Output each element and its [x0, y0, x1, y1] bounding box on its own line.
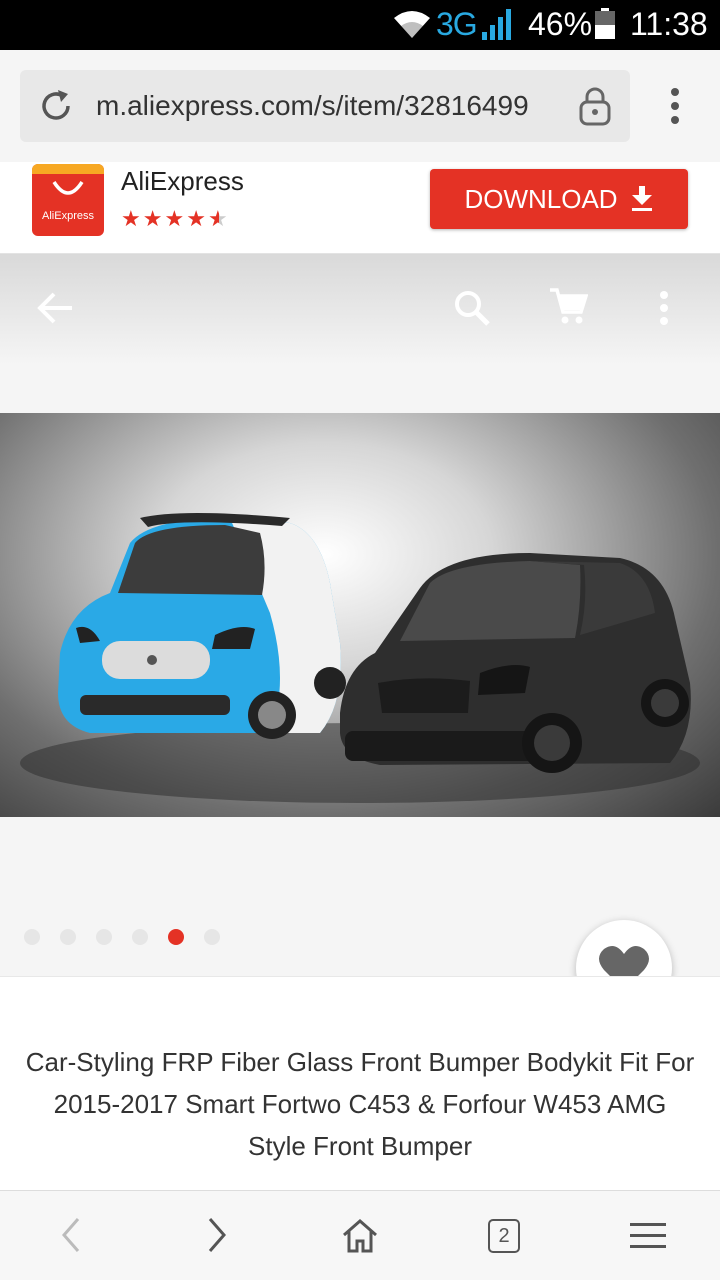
browser-bottom-nav: 2: [0, 1190, 720, 1280]
tabs-button[interactable]: 2: [488, 1219, 520, 1253]
product-info: Car-Styling FRP Fiber Glass Front Bumper…: [0, 976, 720, 1190]
app-name: AliExpress: [121, 166, 244, 196]
star-half-icon: ★: [207, 206, 230, 231]
reload-icon[interactable]: [36, 86, 76, 126]
star-icon: ★: [142, 206, 165, 231]
app-download-banner: AliExpress AliExpress ★★★★★ DOWNLOAD: [0, 162, 720, 254]
pagination-dot[interactable]: [204, 929, 220, 945]
pagination-dot-active[interactable]: [168, 929, 184, 945]
nav-back-icon[interactable]: [52, 1215, 92, 1255]
aliexpress-logo: AliExpress: [32, 164, 104, 236]
star-rating: ★★★★★: [121, 206, 230, 232]
search-icon[interactable]: [452, 288, 492, 328]
pagination-dot[interactable]: [24, 929, 40, 945]
url-text[interactable]: m.aliexpress.com/s/item/32816499: [96, 90, 529, 122]
lock-icon[interactable]: [578, 86, 612, 126]
star-icon: ★: [186, 206, 208, 231]
smile-icon: [52, 181, 84, 195]
home-icon[interactable]: [340, 1215, 380, 1255]
pagination-dot[interactable]: [96, 929, 112, 945]
download-label: DOWNLOAD: [464, 183, 618, 214]
battery-percent: 46%: [528, 6, 593, 42]
car-illustration: [20, 513, 700, 803]
menu-icon[interactable]: [628, 1215, 668, 1255]
gallery-toolbar: [0, 254, 720, 364]
blue-car: [58, 513, 346, 739]
star-icon: ★: [121, 206, 143, 231]
pagination-dot[interactable]: [60, 929, 76, 945]
signal-icon: [482, 9, 511, 40]
nav-forward-icon[interactable]: [196, 1215, 236, 1255]
product-image[interactable]: [0, 413, 720, 817]
black-car: [340, 553, 691, 773]
download-button[interactable]: DOWNLOAD: [430, 169, 688, 229]
battery-icon: [595, 8, 615, 39]
cart-icon[interactable]: [548, 286, 588, 326]
more-options-icon[interactable]: [654, 290, 674, 326]
browser-menu-icon[interactable]: [662, 86, 688, 126]
back-arrow-icon[interactable]: [36, 288, 76, 328]
clock: 11:38: [630, 6, 708, 42]
download-icon: [631, 186, 652, 211]
star-icon: ★: [164, 206, 187, 231]
network-type: 3G: [436, 6, 478, 42]
status-bar: 3G 46% 11:38: [0, 0, 720, 50]
browser-toolbar: m.aliexpress.com/s/item/32816499: [0, 50, 720, 162]
wifi-icon: [394, 11, 430, 38]
product-gallery[interactable]: [0, 254, 720, 1016]
product-title: Car-Styling FRP Fiber Glass Front Bumper…: [25, 1047, 695, 1161]
address-bar[interactable]: m.aliexpress.com/s/item/32816499: [20, 70, 630, 142]
pagination-dot[interactable]: [132, 929, 148, 945]
logo-text: AliExpress: [42, 210, 94, 222]
